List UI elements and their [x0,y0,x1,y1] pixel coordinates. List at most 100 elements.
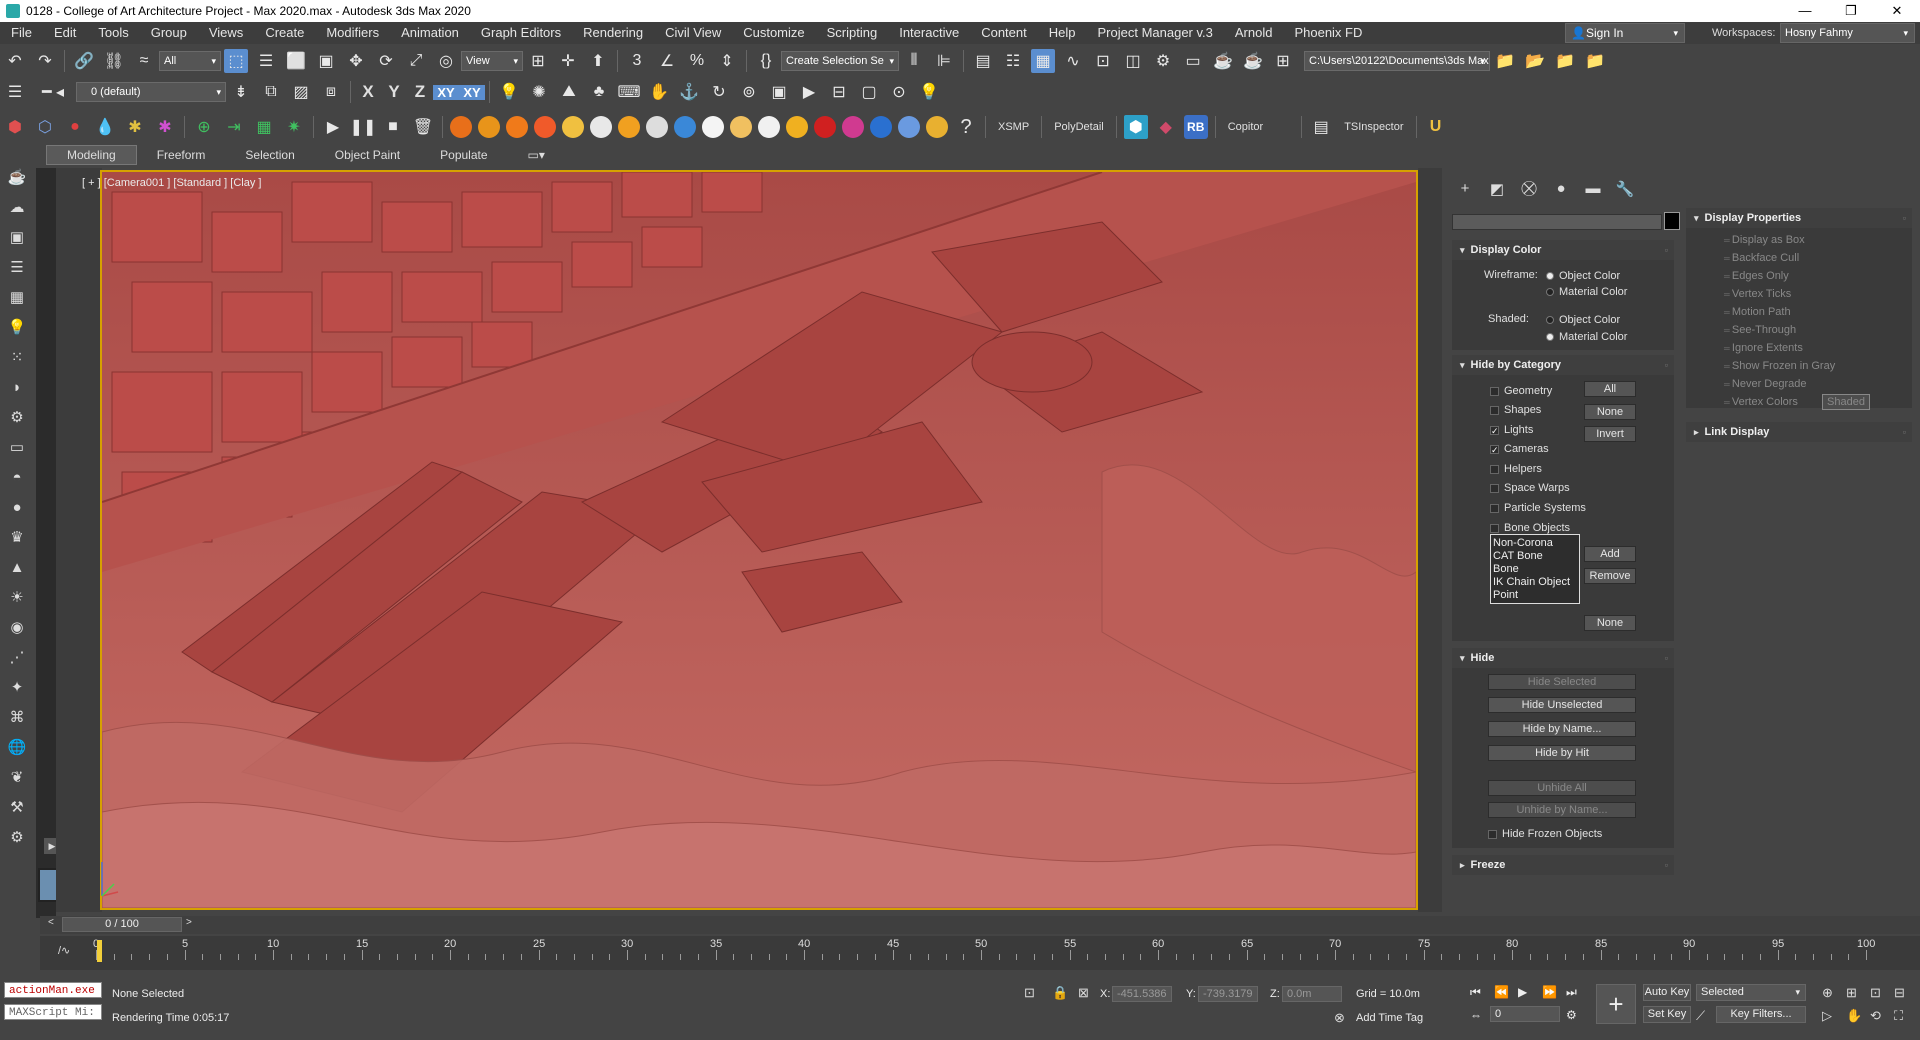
cone-icon[interactable]: ▲ [5,555,29,579]
light-icon[interactable]: 💡 [497,80,521,104]
menu-rendering[interactable]: Rendering [572,22,654,44]
phoenix-wave-icon[interactable] [898,116,920,138]
keyboard-icon[interactable]: ⌨ [617,80,641,104]
xsmp-button[interactable]: XSMP [990,121,1037,133]
box-icon[interactable]: ▭ [5,435,29,459]
tab-object-paint[interactable]: Object Paint [315,146,420,164]
zoom-extents-icon[interactable]: ⊡ [1870,985,1881,1001]
play-animation-icon[interactable]: ▶ [1518,985,1527,999]
set-key-button[interactable]: Set Key [1643,1006,1691,1023]
motion-tab-icon[interactable]: ● [1548,180,1574,198]
keyboard-shortcut-icon[interactable]: ⬆ [586,49,610,73]
category-all-button[interactable]: All [1584,381,1636,397]
phoenix-torch-icon[interactable] [618,116,640,138]
isolate-icon[interactable]: ⊡ [1024,985,1035,1001]
menu-file[interactable]: File [0,22,43,44]
menu-edit[interactable]: Edit [43,22,87,44]
bind-spacewarp-icon[interactable]: ≈ [132,49,156,73]
list-icon[interactable]: ☰ [5,255,29,279]
copitor-button[interactable]: Copitor [1220,121,1271,133]
hide-header[interactable]: Hide▫ [1452,648,1674,668]
phoenix-water-icon[interactable] [674,116,696,138]
key-selection-dropdown[interactable]: Selected [1696,984,1806,1001]
display-as-box-checkbox[interactable]: Display as Box [1724,234,1805,246]
selection-filter-dropdown[interactable]: All [159,51,221,71]
project-path-dropdown[interactable]: C:\Users\20122\Documents\3ds Max 2020 [1304,51,1490,71]
edit-named-selection-icon[interactable]: {} [754,49,778,73]
current-frame-marker[interactable] [97,940,102,962]
backface-cull-checkbox[interactable]: Backface Cull [1724,252,1799,264]
layers-menu-icon[interactable]: ☰ [3,80,27,104]
zoom-icon[interactable]: ⊕ [1822,985,1833,1001]
prev-frame-icon[interactable]: ⏪ [1494,985,1509,999]
list-item[interactable]: IK Chain Object [1493,576,1577,589]
preview-icon[interactable]: ▶ [797,80,821,104]
select-object-icon[interactable]: ⬚ [224,49,248,73]
phoenix-wind-icon[interactable] [562,116,584,138]
hide-bone-objects-checkbox[interactable]: Bone Objects [1490,522,1570,534]
green-globe-icon[interactable]: ⊕ [192,115,216,139]
move-icon[interactable]: ✥ [344,49,368,73]
category-list[interactable]: Non-Corona CAT Bone Bone IK Chain Object… [1490,534,1580,604]
viewport-grab-icon[interactable]: ▣ [767,80,791,104]
y-coord-field[interactable]: -739.3179 [1198,986,1258,1002]
mirror-icon[interactable]: ⫴ [902,49,926,73]
cycle-icon[interactable]: ↻ [707,80,731,104]
window-crossing-icon[interactable]: ▣ [314,49,338,73]
axis-x-button[interactable]: X [355,82,381,102]
current-frame-field[interactable]: 0 [1490,1006,1560,1022]
teapot-icon[interactable]: ☕ [5,165,29,189]
schematic-view-icon[interactable]: ⊡ [1091,49,1115,73]
pause-icon[interactable]: ❚❚ [350,115,377,139]
phoenix-red-icon[interactable] [814,116,836,138]
phoenix-foam-icon[interactable] [702,116,724,138]
sun-point-icon[interactable]: ✺ [527,80,551,104]
water-drop-icon[interactable]: 💧 [93,115,117,139]
transform-mode-icon[interactable]: ⊠ [1078,985,1089,1001]
hide-cameras-checkbox[interactable]: ✓ Cameras [1490,443,1549,455]
tab-selection[interactable]: Selection [225,146,314,164]
fire-drop-icon[interactable]: ● [63,115,87,139]
phoenix-cloud-icon[interactable] [590,116,612,138]
scatter-dots-icon[interactable]: ⋰ [5,645,29,669]
hide-by-hit-button[interactable]: Hide by Hit [1488,745,1636,761]
curve-editor-icon[interactable]: ∿ [1061,49,1085,73]
maximize-button[interactable]: ❐ [1828,0,1874,22]
green-burst-icon[interactable]: ✷ [282,115,306,139]
magic-icon[interactable]: ✦ [5,675,29,699]
menu-project-manager[interactable]: Project Manager v.3 [1087,22,1224,44]
rotate-icon[interactable]: ⟳ [374,49,398,73]
sign-in-dropdown[interactable]: 👤 Sign In [1565,23,1685,43]
modify-tab-icon[interactable]: ◩ [1484,180,1510,198]
workspace-dropdown[interactable]: Hosny Fahmy [1780,23,1915,43]
time-slider-thumb[interactable]: 0 / 100 [62,917,182,932]
ribbon-options-icon[interactable]: ▭▾ [508,146,565,164]
layer-stack-icon[interactable]: ⧉ [259,80,283,104]
next-frame-icon[interactable]: ⏩ [1542,985,1557,999]
zoom-extents-all-icon[interactable]: ⊟ [1894,985,1905,1001]
dots-icon[interactable]: ⁙ [5,345,29,369]
network-icon[interactable]: ⌘ [5,705,29,729]
phoenix-beer-icon[interactable] [730,116,752,138]
redo-icon[interactable]: ↷ [33,49,57,73]
project-open-icon[interactable]: 📂 [1523,49,1547,73]
key-mode-icon[interactable]: ⇔ [1470,1008,1482,1022]
hide-shapes-checkbox[interactable]: Shapes [1490,404,1541,416]
z-coord-field[interactable]: 0.0m [1282,986,1342,1002]
never-degrade-checkbox[interactable]: Never Degrade [1724,378,1807,390]
rect-selection-icon[interactable]: ⬜ [284,49,308,73]
axis-y-button[interactable]: Y [381,82,407,102]
phoenix-fire-icon[interactable] [450,116,472,138]
list-item[interactable]: Bone [1493,563,1577,576]
axis-xy-button[interactable]: XY [433,84,459,100]
link-icon[interactable]: 🔗 [72,49,96,73]
sun-icon[interactable]: ☀ [5,585,29,609]
crown-icon[interactable]: ♛ [5,525,29,549]
align-icon[interactable]: ⊫ [932,49,956,73]
polydetail-button[interactable]: PolyDetail [1046,121,1112,133]
current-layer-dropdown[interactable]: 0 (default) [76,82,226,102]
time-prev-arrow[interactable]: < [48,917,54,928]
tab-modeling[interactable]: Modeling [46,145,137,165]
hex-tool-icon[interactable]: ⬢ [1123,115,1148,139]
project-folder-icon[interactable]: 📁 [1493,49,1517,73]
